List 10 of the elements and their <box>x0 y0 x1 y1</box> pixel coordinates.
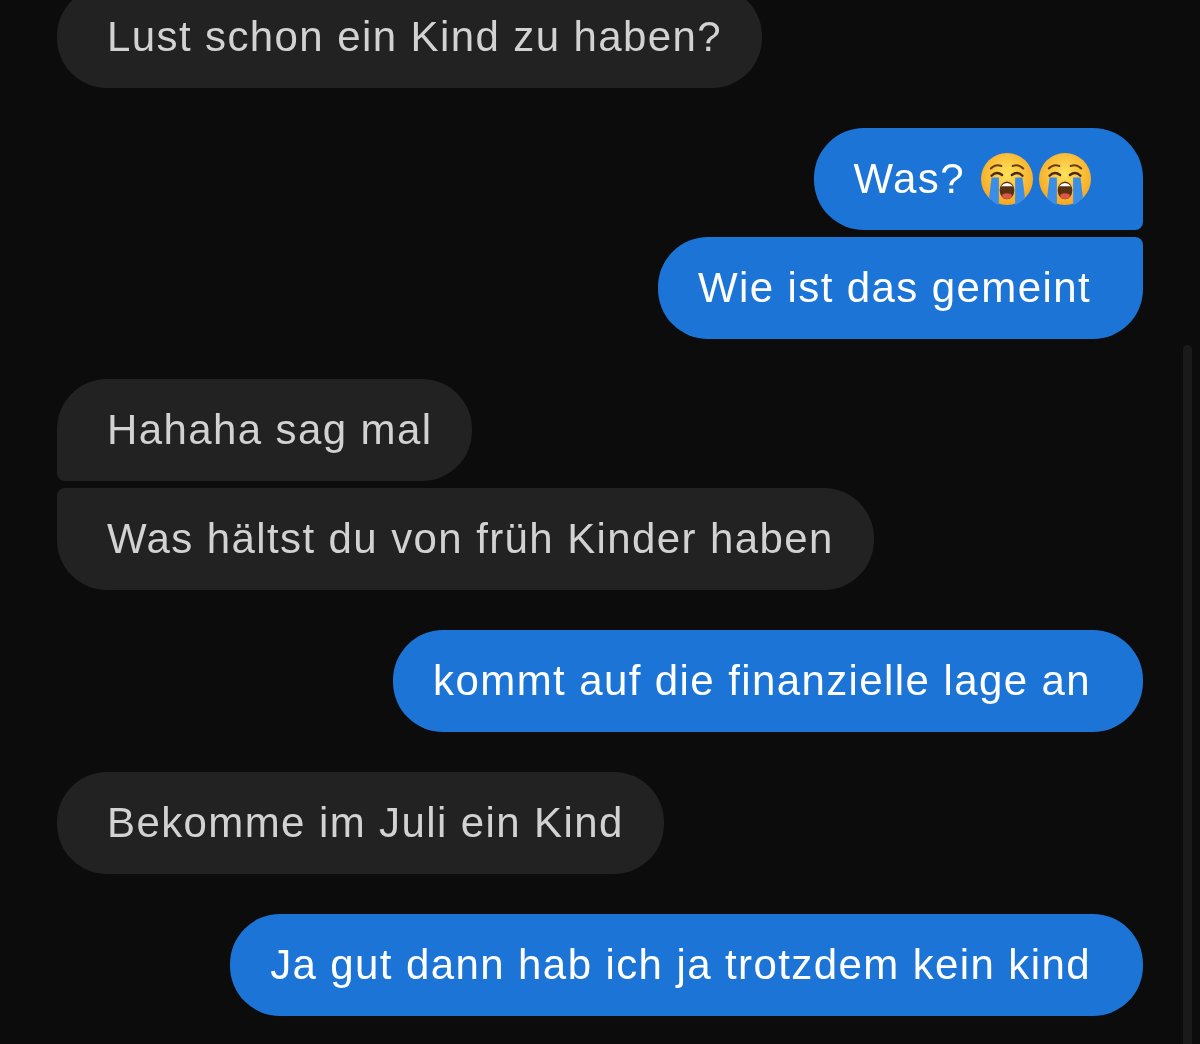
crying-face-icon <box>1039 153 1091 205</box>
message-text: Wie ist das gemeint <box>697 263 1091 313</box>
message-text: Was hältst du von früh Kinder haben <box>107 514 834 564</box>
message-text: Lust schon ein Kind zu haben? <box>107 12 723 62</box>
message-text: Bekomme im Juli ein Kind <box>107 798 624 848</box>
message-text: Hahaha sag mal <box>107 405 433 455</box>
message-text: Ja gut dann hab ich ja trotzdem kein kind <box>270 940 1091 990</box>
message-text: Was? <box>853 154 965 204</box>
message-text: kommt auf die finanzielle lage an <box>433 656 1091 706</box>
crying-face-icon <box>981 153 1033 205</box>
